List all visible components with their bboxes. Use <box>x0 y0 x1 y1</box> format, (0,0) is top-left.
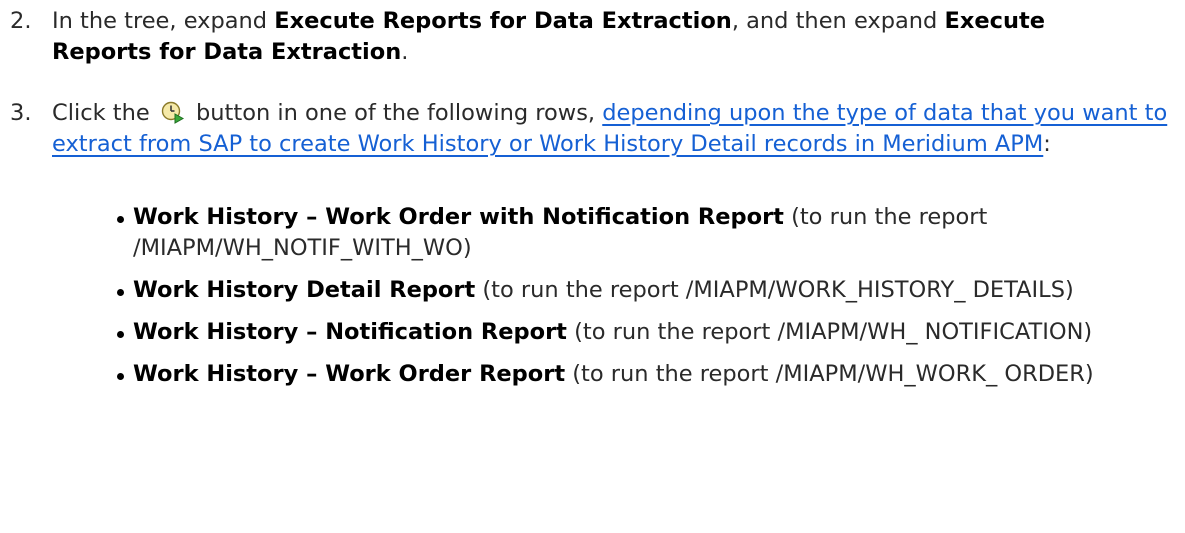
step-2-text: In the tree, expand Execute Reports for … <box>52 6 1172 68</box>
step-3-text-before: Click the <box>52 100 150 126</box>
bold-term-execute-reports: Execute Reports for Data Extraction <box>274 8 732 34</box>
bullet <box>117 289 124 296</box>
document: 2. In the tree, expand Execute Reports f… <box>0 0 1185 533</box>
report-description: (to run the report /MIAPM/WORK_HISTORY_ … <box>482 277 1074 303</box>
bold-term-execute: Execute <box>944 8 1045 34</box>
report-name: Work History – Work Order Report <box>133 361 566 387</box>
step-3-text-after-icon: button in one of the following rows, <box>196 100 603 126</box>
report-description: (to run the report /MIAPM/WH_WORK_ ORDER… <box>572 361 1094 387</box>
report-list: Work History – Work Order with Notificat… <box>52 202 1172 401</box>
list-item: Work History – Work Order Report (to run… <box>52 359 1163 390</box>
list-item: Work History – Notification Report (to r… <box>52 317 1163 348</box>
step-3: 3. Click the button in one of the follow… <box>0 98 1175 518</box>
execute-clock-icon <box>161 100 185 124</box>
step-number: 2. <box>10 8 32 34</box>
step-2-text-before: In the tree, expand <box>52 8 275 34</box>
bullet <box>117 373 124 380</box>
step-3-text: Click the button in one of the following… <box>52 98 1172 387</box>
report-description: (to run the report /MIAPM/WH_ NOTIFICATI… <box>574 319 1093 345</box>
bullet <box>117 216 124 223</box>
step-2: 2. In the tree, expand Execute Reports f… <box>0 6 1175 70</box>
list-item: Work History Detail Report (to run the r… <box>52 275 1163 306</box>
bold-term-reports-for-data-extraction: Reports for Data Extraction <box>52 39 402 65</box>
step-2-text-middle: , and then expand <box>731 8 945 34</box>
step-number: 3. <box>10 100 32 126</box>
bullet <box>117 331 124 338</box>
list-item: Work History – Work Order with Notificat… <box>52 202 1163 264</box>
report-name: Work History – Work Order with Notificat… <box>133 204 784 230</box>
step-2-text-after: . <box>401 39 409 65</box>
step-3-text-end: : <box>1043 131 1051 157</box>
report-name: Work History Detail Report <box>133 277 476 303</box>
report-name: Work History – Notification Report <box>133 319 567 345</box>
